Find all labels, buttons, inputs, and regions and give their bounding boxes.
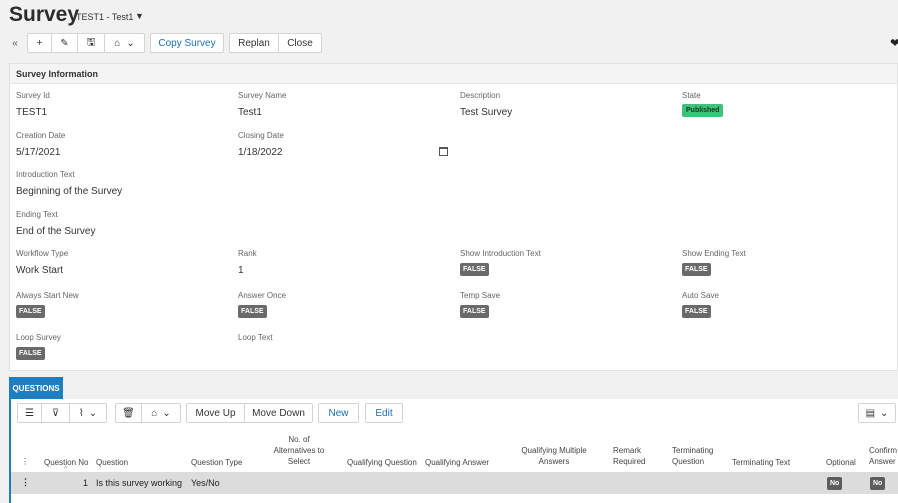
more-actions-button[interactable]: ⌂ ⌄ (104, 33, 145, 53)
record-selector[interactable]: TEST1 - Test1 (76, 12, 133, 22)
creation-date-value: 5/17/2021 (16, 147, 61, 158)
chevron-down-icon: ⌄ (880, 407, 889, 419)
auto-save-label: Auto Save (682, 291, 719, 300)
questions-panel: ☰ ⊽ ⌇ ⌄ 🗑 ⌂ ⌄ Move Up Move Down New Edit… (9, 399, 898, 503)
record-dropdown-icon[interactable]: ▼ (135, 11, 144, 21)
card-header: Survey Information (10, 64, 897, 84)
description-value: Test Survey (460, 107, 513, 118)
filter-icon: ⊽ (51, 407, 60, 419)
survey-name-label: Survey Name (238, 91, 287, 100)
column-header-alternatives[interactable]: No. of Alternatives to Select (269, 434, 329, 467)
stamp-icon: ⌂ (151, 407, 158, 419)
loop-survey-badge: FALSE (16, 347, 45, 360)
move-down-button[interactable]: Move Down (244, 403, 313, 423)
show-intro-label: Show Introduction Text (460, 249, 541, 258)
ending-text-label: Ending Text (16, 210, 58, 219)
edit-button[interactable]: ✎ (51, 33, 77, 53)
columns-icon: ▤ (865, 407, 876, 419)
always-start-new-badge: FALSE (16, 305, 45, 318)
question-no-cell: 1 (83, 478, 89, 488)
optional-badge: No (827, 477, 843, 490)
move-up-button[interactable]: Move Up (186, 403, 244, 423)
loop-text-label: Loop Text (238, 333, 273, 342)
column-header-optional[interactable]: Optional (826, 457, 856, 468)
answer-once-badge: FALSE (238, 305, 267, 318)
chevron-down-icon: ⌄ (88, 407, 98, 419)
calendar-icon[interactable] (439, 147, 448, 156)
plus-icon: + (36, 37, 43, 49)
column-header-confirm-answer[interactable]: Confirm Answer (869, 445, 897, 467)
description-label: Description (460, 91, 501, 100)
collapse-icon[interactable]: « (9, 33, 21, 53)
close-button[interactable]: Close (278, 33, 322, 53)
tab-questions[interactable]: QUESTIONS (9, 377, 63, 399)
column-settings-button[interactable]: ▤ ⌄ (858, 403, 896, 423)
answer-once-label: Answer Once (238, 291, 287, 300)
new-button[interactable]: New (318, 403, 359, 423)
pencil-icon: ✎ (60, 37, 69, 49)
confirm-answer-badge: No (870, 477, 886, 490)
add-button[interactable]: + (27, 33, 51, 53)
column-header-qualifying-answer[interactable]: Qualifying Answer (425, 457, 489, 468)
auto-save-badge: FALSE (682, 305, 711, 318)
save-button[interactable]: 🖫 (77, 33, 104, 53)
column-header-terminating-text[interactable]: Terminating Text (732, 457, 790, 468)
show-ending-label: Show Ending Text (682, 249, 746, 258)
list-icon: ☰ (25, 407, 34, 419)
trash-icon: 🗑 (122, 407, 135, 419)
introduction-text-value: Beginning of the Survey (16, 186, 123, 197)
stamp-icon: ⌂ (114, 37, 121, 49)
question-type-cell: Yes/No (191, 478, 220, 488)
row-menu-icon[interactable]: ⋮ (21, 477, 30, 488)
state-badge: Published (682, 104, 724, 117)
column-header-question-type[interactable]: Question Type (191, 457, 242, 468)
table-row[interactable]: ⋮ 1 Is this survey working Yes/No No No (11, 472, 898, 494)
header-menu-icon[interactable]: ⋮ (21, 456, 29, 467)
favorite-icon[interactable]: ❤ (890, 36, 898, 50)
workflow-type-value: Work Start (16, 265, 64, 276)
replan-button[interactable]: Replan (229, 33, 278, 53)
column-header-remark-required[interactable]: Remark Required (613, 445, 645, 467)
show-intro-badge: FALSE (460, 263, 489, 276)
closing-date-value: 1/18/2022 (238, 147, 283, 158)
workflow-type-label: Workflow Type (16, 249, 69, 258)
delete-button[interactable]: 🗑 (115, 403, 141, 423)
card-title: Survey Information (16, 69, 99, 79)
survey-name-value: Test1 (238, 107, 262, 118)
temp-save-label: Temp Save (460, 291, 501, 300)
survey-information-card: Survey Information Survey Id TEST1 Surve… (9, 63, 898, 371)
select-mode-button[interactable]: ☰ (17, 403, 41, 423)
copy-survey-button[interactable]: Copy Survey (150, 33, 224, 53)
page-title: Survey (9, 3, 80, 26)
page-header: Survey TEST1 - Test1 ▼ (0, 0, 898, 32)
closing-date-label: Closing Date (238, 131, 284, 140)
show-ending-badge: FALSE (682, 263, 711, 276)
edit-button[interactable]: Edit (365, 403, 403, 423)
rank-label: Rank (238, 249, 257, 258)
column-header-question[interactable]: Question (96, 457, 128, 468)
more-actions-button[interactable]: ⌂ ⌄ (141, 403, 181, 423)
question-cell: Is this survey working (96, 478, 183, 488)
always-start-new-label: Always Start New (16, 291, 79, 300)
column-header-qualifying-multiple[interactable]: Qualifying Multiple Answers (516, 445, 592, 467)
introduction-text-label: Introduction Text (16, 170, 75, 179)
analysis-button[interactable]: ⌇ ⌄ (69, 403, 107, 423)
rank-value: 1 (238, 265, 244, 276)
column-header-qualifying-question[interactable]: Qualifying Question (347, 457, 417, 468)
column-header-terminating-question[interactable]: Terminating Question (672, 445, 713, 467)
chart-icon: ⌇ (78, 407, 84, 419)
filter-button[interactable]: ⊽ (41, 403, 69, 423)
loop-survey-label: Loop Survey (16, 333, 61, 342)
creation-date-label: Creation Date (16, 131, 66, 140)
temp-save-badge: FALSE (460, 305, 489, 318)
state-label: State (682, 91, 701, 100)
survey-id-label: Survey Id (16, 91, 50, 100)
survey-id-value: TEST1 (16, 107, 48, 118)
chevron-down-icon: ⌄ (126, 37, 135, 49)
chevron-down-icon: ⌄ (162, 407, 171, 419)
save-icon: 🖫 (86, 36, 96, 48)
ending-text-value: End of the Survey (16, 226, 96, 237)
